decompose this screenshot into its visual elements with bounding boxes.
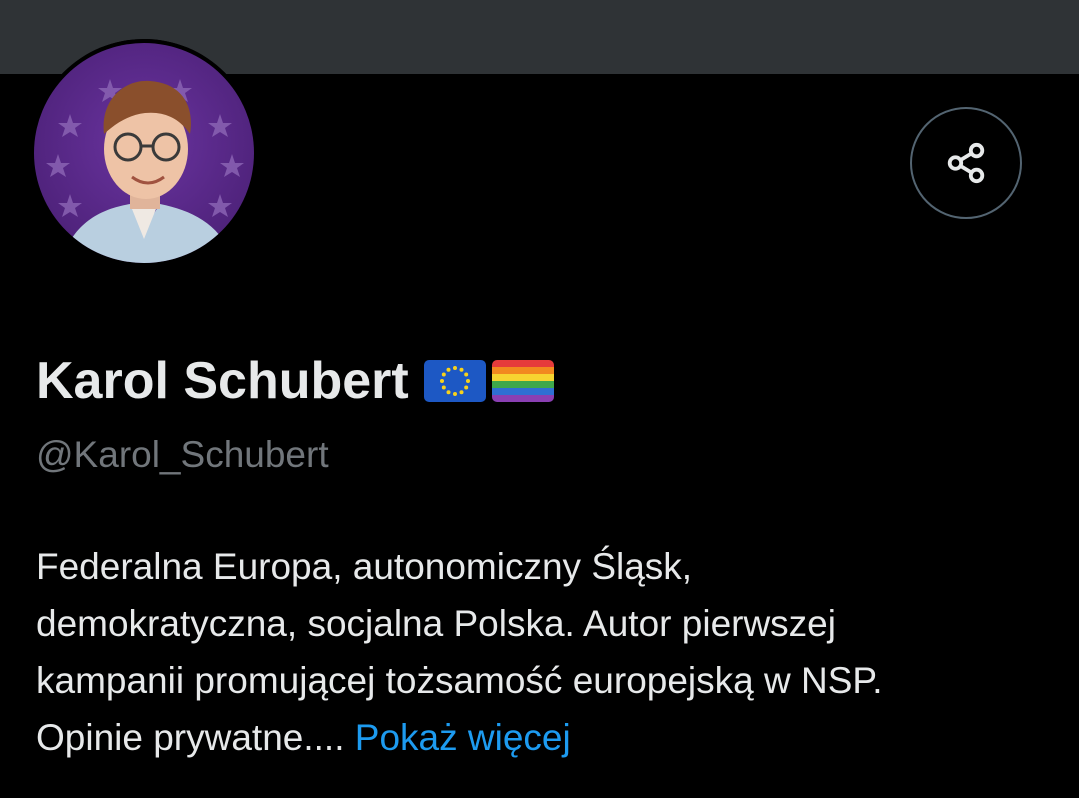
rainbow-flag-icon <box>491 360 554 402</box>
profile-page: Karol Schubert @Karol_Schubert Federalna… <box>0 0 1079 798</box>
bio-line: demokratyczna, socjalna Polska. Autor pi… <box>36 603 836 644</box>
name-emoji-flags <box>423 359 555 403</box>
bio-last-line: Opinie prywatne.... Pokaż więcej <box>36 709 1066 766</box>
share-button[interactable] <box>910 107 1022 219</box>
profile-bio: Federalna Europa, autonomiczny Śląsk, de… <box>36 538 1066 766</box>
bio-line: kampanii promującej tożsamość europejską… <box>36 660 883 701</box>
bio-line: Federalna Europa, autonomiczny Śląsk, <box>36 546 693 587</box>
share-icon <box>947 142 985 184</box>
show-more-link[interactable]: Pokaż więcej <box>355 717 571 758</box>
bio-line-text: Opinie prywatne.... <box>36 717 345 758</box>
name-row: Karol Schubert <box>36 350 555 412</box>
eu-flag-icon <box>423 360 486 402</box>
profile-handle: @Karol_Schubert <box>36 434 329 475</box>
avatar-image <box>30 39 258 267</box>
display-name: Karol Schubert <box>36 352 409 410</box>
profile-avatar[interactable] <box>30 39 258 267</box>
